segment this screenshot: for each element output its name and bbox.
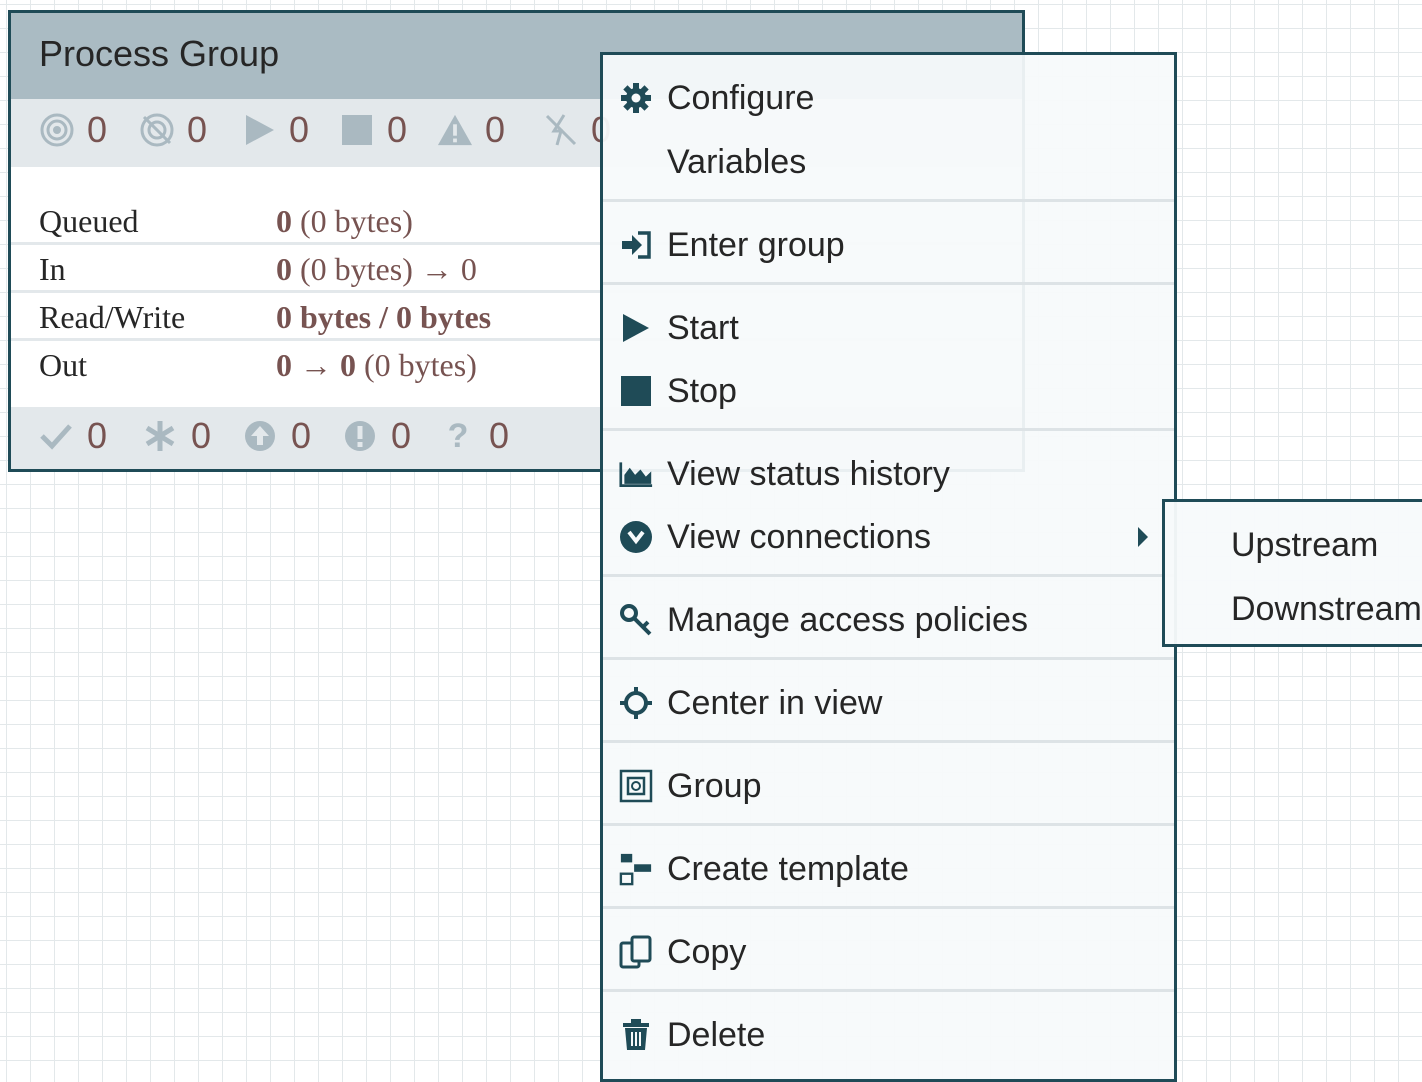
enter-icon [619, 228, 653, 262]
menu-item-view-status-history[interactable]: View status history [603, 444, 1174, 504]
group-icon [619, 769, 653, 803]
running-icon [241, 112, 277, 148]
sync-failure-icon [343, 419, 377, 453]
menu-divider [603, 906, 1174, 909]
view-connections-submenu: Upstream Downstream [1162, 499, 1422, 647]
running-count: 0 [241, 109, 309, 151]
menu-divider [603, 989, 1174, 992]
play-icon [619, 311, 653, 345]
menu-divider [603, 574, 1174, 577]
locally-modified-count: 0 [143, 415, 211, 457]
copy-icon [619, 935, 653, 969]
connections-icon [619, 520, 653, 554]
menu-item-copy[interactable]: Copy [603, 922, 1174, 982]
menu-divider [603, 740, 1174, 743]
menu-item-enter-group[interactable]: Enter group [603, 215, 1174, 275]
transmitting-icon [39, 112, 75, 148]
menu-divider [603, 199, 1174, 202]
process-group-title: Process Group [39, 33, 280, 74]
menu-item-configure[interactable]: Configure [603, 68, 1174, 128]
menu-item-view-connections[interactable]: View connections [603, 507, 1174, 567]
menu-item-start[interactable]: Start [603, 298, 1174, 358]
invalid-count: 0 [437, 109, 505, 151]
menu-divider [603, 282, 1174, 285]
sync-failure-count: 0 [343, 415, 411, 457]
submenu-arrow-icon [1138, 527, 1148, 547]
template-icon [619, 852, 653, 886]
crosshair-icon [619, 686, 653, 720]
menu-item-center-in-view[interactable]: Center in view [603, 673, 1174, 733]
stop-icon [619, 374, 653, 408]
unknown-count: ? 0 [441, 415, 509, 457]
invalid-icon [437, 112, 473, 148]
transmitting-count: 0 [39, 109, 107, 151]
not-transmitting-icon [139, 112, 175, 148]
up-to-date-icon [39, 419, 73, 453]
menu-divider [603, 428, 1174, 431]
stale-count: 0 [243, 415, 311, 457]
submenu-item-upstream[interactable]: Upstream [1231, 526, 1378, 565]
context-menu: Configure Variables Enter group Start St… [600, 52, 1177, 1082]
area-chart-icon [619, 457, 653, 491]
stopped-count: 0 [339, 109, 407, 151]
stale-icon [243, 419, 277, 453]
menu-divider [603, 823, 1174, 826]
not-transmitting-count: 0 [139, 109, 207, 151]
key-icon [619, 603, 653, 637]
menu-item-stop[interactable]: Stop [603, 361, 1174, 421]
locally-modified-icon [143, 419, 177, 453]
menu-item-create-template[interactable]: Create template [603, 839, 1174, 899]
menu-item-manage-access-policies[interactable]: Manage access policies [603, 590, 1174, 650]
unknown-icon: ? [447, 416, 469, 455]
trash-icon [619, 1018, 653, 1052]
menu-item-group[interactable]: Group [603, 756, 1174, 816]
submenu-item-downstream[interactable]: Downstream [1231, 590, 1422, 629]
menu-item-delete[interactable]: Delete [603, 1005, 1174, 1065]
up-to-date-count: 0 [39, 415, 107, 457]
menu-item-variables[interactable]: Variables [603, 132, 1174, 192]
disabled-icon [543, 112, 579, 148]
menu-divider [603, 657, 1174, 660]
stopped-icon [339, 112, 375, 148]
gear-icon [619, 81, 653, 115]
